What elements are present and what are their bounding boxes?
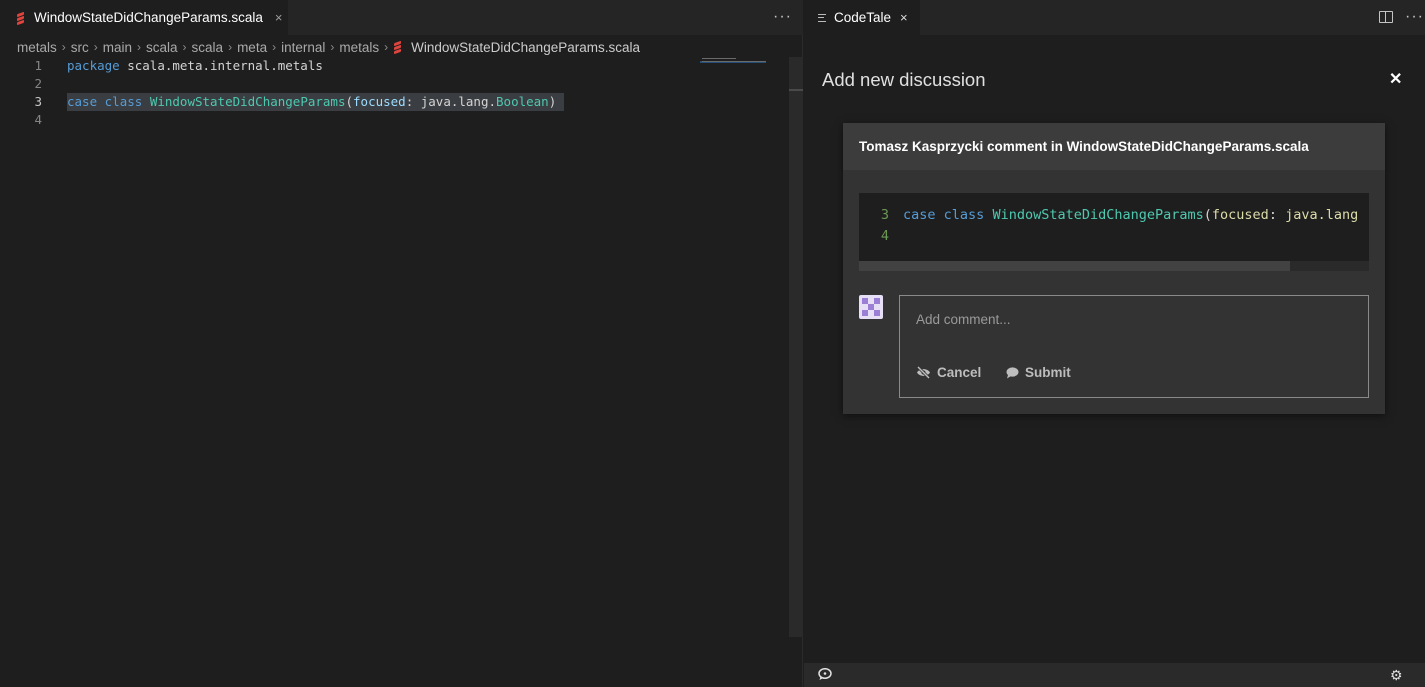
code-token: Boolean bbox=[496, 94, 549, 109]
breadcrumb-file[interactable]: WindowStateDidChangeParams.scala bbox=[393, 40, 640, 55]
cancel-button[interactable]: Cancel bbox=[916, 365, 981, 380]
code-line[interactable]: 4 bbox=[0, 111, 700, 129]
code-token: ( bbox=[345, 94, 354, 109]
editor-tab-bar: WindowStateDidChangeParams.scala × ··· bbox=[0, 0, 803, 35]
minimap[interactable] bbox=[700, 57, 788, 637]
code-token: : java.lang. bbox=[405, 94, 497, 109]
chevron-right-icon: › bbox=[384, 40, 389, 54]
line-number: 3 bbox=[880, 207, 889, 223]
editor-tab-label: WindowStateDidChangeParams.scala bbox=[34, 10, 263, 25]
breadcrumb-item[interactable]: scala bbox=[146, 40, 178, 55]
breadcrumb-item[interactable]: main bbox=[103, 40, 132, 55]
snippet-scrollbar[interactable] bbox=[859, 261, 1369, 271]
panel-tab-bar: CodeTale × ··· bbox=[804, 0, 1425, 35]
preview-icon bbox=[818, 13, 826, 22]
chevron-right-icon: › bbox=[330, 40, 335, 54]
scala-file-icon bbox=[16, 11, 25, 25]
comment-placeholder: Add comment... bbox=[916, 312, 1011, 327]
scala-file-icon bbox=[393, 40, 402, 54]
panel-body: Add new discussion ✕ Tomasz Kasprzycki c… bbox=[804, 35, 1425, 663]
line-number: 4 bbox=[880, 228, 889, 244]
code-token: WindowStateDidChangeParams bbox=[149, 94, 346, 109]
chevron-right-icon: › bbox=[137, 40, 142, 54]
panel-status-bar: ⚙ bbox=[804, 663, 1425, 687]
code-token: ( bbox=[1203, 207, 1212, 223]
breadcrumb: metals › src › main › scala › scala › meta › interna… bbox=[17, 38, 640, 56]
breadcrumb-item[interactable]: meta bbox=[237, 40, 267, 55]
scrollbar-thumb[interactable] bbox=[859, 261, 1290, 271]
minimap-line bbox=[702, 58, 736, 59]
close-discussion-button[interactable]: ✕ bbox=[1389, 69, 1402, 89]
submit-button[interactable]: Submit bbox=[1006, 365, 1071, 380]
code-line[interactable]: 2 bbox=[0, 75, 700, 93]
more-actions-icon[interactable]: ··· bbox=[773, 8, 792, 26]
breadcrumb-file-label: WindowStateDidChangeParams.scala bbox=[411, 39, 640, 55]
code-snippet: 4 3 case class WindowStateDidChangeParams(… bbox=[859, 193, 1369, 271]
line-number: 2 bbox=[34, 76, 42, 91]
editor-tab-file[interactable]: WindowStateDidChangeParams.scala × bbox=[0, 0, 289, 35]
page-title: Add new discussion bbox=[822, 69, 986, 90]
code-token: scala.meta.internal.metals bbox=[119, 58, 323, 73]
code-token: case bbox=[903, 207, 936, 223]
chevron-right-icon: › bbox=[228, 40, 233, 54]
comment-field[interactable]: Add comment... Cancel Submit bbox=[899, 295, 1369, 398]
discussion-card: Tomasz Kasprzycki comment in WindowState… bbox=[843, 123, 1385, 414]
discussion-card-header: Tomasz Kasprzycki comment in WindowState… bbox=[843, 123, 1385, 170]
code-token: ) bbox=[548, 94, 557, 109]
line-number: 3 bbox=[34, 94, 42, 109]
feedback-icon[interactable] bbox=[818, 668, 832, 681]
close-icon[interactable]: × bbox=[900, 10, 908, 25]
code-token: focused bbox=[1211, 207, 1269, 223]
line-content: package scala.meta.internal.metals bbox=[67, 57, 323, 75]
gear-icon[interactable]: ⚙ bbox=[1390, 667, 1403, 684]
code-token: java.lang bbox=[1285, 207, 1359, 223]
close-icon[interactable]: × bbox=[275, 10, 283, 25]
minimap-line bbox=[702, 61, 766, 62]
avatar bbox=[859, 295, 883, 319]
breadcrumb-item[interactable]: metals bbox=[17, 40, 57, 55]
panel-tab-label: CodeTale bbox=[834, 10, 892, 25]
code-token: focused bbox=[353, 94, 406, 109]
code-token: WindowStateDidChangeParams bbox=[992, 207, 1204, 223]
breadcrumb-item[interactable]: src bbox=[71, 40, 89, 55]
chevron-right-icon: › bbox=[93, 40, 98, 54]
code-token: package bbox=[67, 58, 120, 73]
code-editor[interactable]: 1 package scala.meta.internal.metals 2 3 cas… bbox=[0, 57, 700, 129]
code-token: : bbox=[1268, 207, 1286, 223]
chevron-right-icon: › bbox=[272, 40, 277, 54]
editor-pane: WindowStateDidChangeParams.scala × ··· m… bbox=[0, 0, 803, 687]
breadcrumb-item[interactable]: metals bbox=[339, 40, 379, 55]
codetale-panel: CodeTale × ··· Add new discussion ✕ Toma… bbox=[804, 0, 1425, 687]
editor-scrollbar[interactable] bbox=[789, 57, 803, 637]
hide-eye-icon bbox=[916, 366, 931, 379]
split-editor-icon[interactable] bbox=[1379, 11, 1393, 23]
tab-codetale[interactable]: CodeTale × bbox=[804, 0, 920, 35]
more-actions-icon[interactable]: ··· bbox=[1405, 8, 1424, 26]
comment-icon bbox=[1006, 366, 1019, 378]
line-content: case class WindowStateDidChangeParams(fo… bbox=[67, 93, 565, 111]
chevron-right-icon: › bbox=[61, 40, 66, 54]
chevron-right-icon: › bbox=[182, 40, 187, 54]
cancel-label: Cancel bbox=[937, 365, 982, 380]
breadcrumb-item[interactable]: internal bbox=[281, 40, 325, 55]
breadcrumb-item[interactable]: scala bbox=[192, 40, 224, 55]
scrollbar-thumb[interactable] bbox=[789, 89, 803, 91]
code-token: class bbox=[943, 207, 985, 223]
code-token: case bbox=[67, 94, 98, 109]
submit-label: Submit bbox=[1025, 365, 1071, 380]
code-line[interactable]: 1 package scala.meta.internal.metals bbox=[0, 57, 700, 75]
line-number: 1 bbox=[34, 58, 42, 73]
code-line[interactable]: 3 case class WindowStateDidChangeParams(f… bbox=[0, 93, 700, 111]
code-token: class bbox=[104, 94, 143, 109]
line-content: case class WindowStateDidChangeParams(fo… bbox=[903, 205, 1358, 226]
line-number: 4 bbox=[34, 112, 42, 127]
